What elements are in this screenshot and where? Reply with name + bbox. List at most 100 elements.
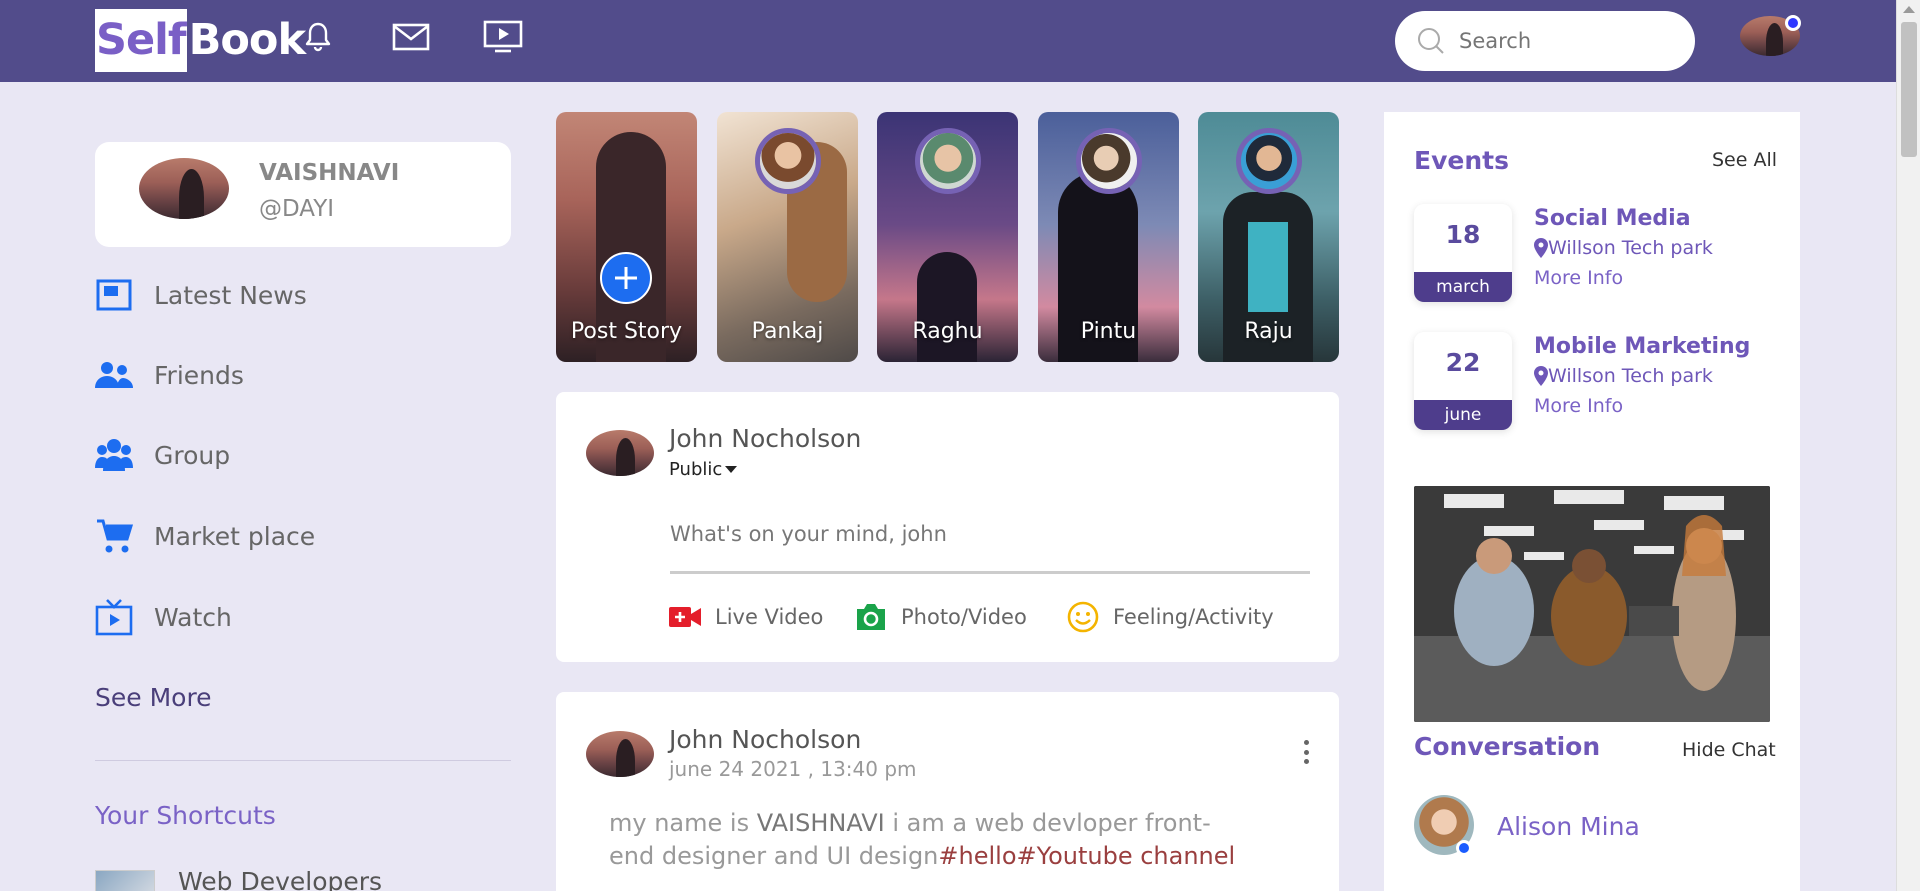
scroll-thumb[interactable] — [1901, 22, 1917, 157]
event-month: march — [1414, 272, 1512, 302]
story-name: Raju — [1244, 319, 1293, 344]
story-name: Pankaj — [751, 319, 824, 344]
search-icon — [1418, 28, 1444, 54]
logo-book: Book — [188, 15, 306, 65]
nav-label: Group — [154, 440, 231, 470]
post-body: my name is VAISHNAVI i am a web devloper… — [609, 807, 1249, 873]
event-title[interactable]: Mobile Marketing — [1534, 334, 1750, 359]
event-date-badge: 18 march — [1414, 204, 1512, 302]
logo[interactable]: Self Book — [95, 9, 306, 72]
search-input[interactable] — [1459, 29, 1669, 53]
nav-label: Market place — [154, 521, 316, 551]
nav-label: Friends — [154, 360, 244, 390]
photo-video-button[interactable]: Photo/Video — [855, 600, 1027, 634]
right-panel: Events See All 18 march Social Media Wil… — [1384, 112, 1800, 891]
story-avatar — [1235, 128, 1302, 194]
feeling-activity-button[interactable]: Feeling/Activity — [1067, 600, 1274, 634]
post-composer-input[interactable] — [670, 516, 1310, 574]
contact-name[interactable]: Alison Mina — [1497, 812, 1640, 841]
shortcut-web-developers[interactable]: Web Developers — [95, 867, 383, 891]
author-name: John Nocholson — [669, 725, 862, 754]
caret-down-icon — [725, 466, 738, 473]
shortcut-thumbnail — [95, 870, 155, 891]
cart-icon — [95, 517, 133, 555]
news-icon — [95, 276, 133, 314]
story-name: Raghu — [912, 319, 983, 344]
story-pankaj[interactable]: Pankaj — [717, 112, 858, 362]
event-location: Willson Tech park — [1534, 237, 1713, 259]
event-day: 18 — [1445, 220, 1481, 249]
event-month: june — [1414, 400, 1512, 430]
post-hashtags[interactable]: #hello#Youtube channel — [938, 842, 1235, 870]
smile-icon — [1067, 601, 1099, 633]
post-text-intro: my name is — [609, 809, 757, 837]
author-avatar — [586, 731, 654, 777]
story-name: Pintu — [1080, 319, 1137, 344]
mail-icon[interactable] — [391, 18, 431, 56]
top-header: Self Book — [0, 0, 1896, 82]
event-location-text: Willson Tech park — [1548, 237, 1713, 259]
story-avatar — [754, 128, 821, 194]
story-pintu[interactable]: Pintu — [1038, 112, 1179, 362]
location-pin-icon — [1534, 366, 1548, 386]
post-timestamp: june 24 2021 , 13:40 pm — [669, 757, 917, 781]
more-options-icon[interactable] — [1302, 740, 1310, 764]
privacy-dropdown[interactable]: Public — [669, 459, 738, 480]
camera-icon — [857, 604, 885, 630]
event-title[interactable]: Social Media — [1534, 206, 1691, 231]
story-raju[interactable]: Raju — [1198, 112, 1339, 362]
post-text-name: VAISHNAVI — [756, 809, 885, 837]
profile-handle: @DAYI — [259, 196, 335, 222]
group-icon — [95, 436, 133, 474]
nav-group[interactable]: Group — [95, 433, 230, 477]
feed-post-card: John Nocholson june 24 2021 , 13:40 pm m… — [556, 692, 1339, 891]
online-indicator — [1456, 840, 1472, 856]
video-screen-icon[interactable] — [483, 18, 523, 56]
action-label: Feeling/Activity — [1113, 605, 1274, 629]
page-scrollbar[interactable] — [1896, 0, 1920, 891]
nav-latest-news[interactable]: Latest News — [95, 273, 307, 317]
search-bar[interactable] — [1395, 11, 1695, 71]
action-label: Live Video — [715, 605, 824, 629]
story-post[interactable]: Post Story — [556, 112, 697, 362]
story-avatar — [914, 128, 981, 194]
see-more-link[interactable]: See More — [95, 683, 212, 712]
live-video-button[interactable]: Live Video — [669, 600, 823, 634]
privacy-label: Public — [669, 459, 723, 480]
shortcuts-heading: Your Shortcuts — [95, 801, 276, 830]
events-heading: Events — [1414, 146, 1509, 175]
author-avatar — [586, 430, 654, 476]
see-all-link[interactable]: See All — [1712, 149, 1777, 171]
scroll-up-arrow[interactable] — [1903, 6, 1915, 13]
shortcut-label: Web Developers — [178, 867, 383, 891]
action-label: Photo/Video — [901, 605, 1027, 629]
nav-market-place[interactable]: Market place — [95, 514, 315, 558]
nav-label: Watch — [154, 602, 232, 632]
event-day: 22 — [1445, 348, 1481, 377]
sidebar-divider — [95, 760, 511, 761]
event-location: Willson Tech park — [1534, 365, 1713, 387]
online-indicator — [1785, 15, 1801, 31]
event-photo — [1414, 486, 1770, 722]
watch-icon — [95, 598, 133, 636]
profile-name: VAISHNAVI — [259, 160, 400, 186]
nav-friends[interactable]: Friends — [95, 353, 244, 397]
conversation-heading: Conversation — [1414, 732, 1601, 761]
logo-self: Self — [95, 9, 187, 72]
story-name: Post Story — [570, 319, 683, 344]
event-location-text: Willson Tech park — [1548, 365, 1713, 387]
nav-watch[interactable]: Watch — [95, 595, 232, 639]
location-pin-icon — [1534, 238, 1548, 258]
create-post-card: John Nocholson Public Live Video Photo/V… — [556, 392, 1339, 662]
hide-chat-button[interactable]: Hide Chat — [1682, 739, 1776, 761]
add-story-icon[interactable] — [600, 252, 652, 304]
friends-icon — [95, 356, 133, 394]
profile-avatar — [139, 158, 229, 219]
live-video-icon — [669, 607, 701, 627]
story-raghu[interactable]: Raghu — [877, 112, 1018, 362]
more-info-link[interactable]: More Info — [1534, 267, 1623, 289]
bell-icon[interactable] — [298, 18, 338, 56]
more-info-link[interactable]: More Info — [1534, 395, 1623, 417]
nav-label: Latest News — [154, 280, 307, 310]
profile-card[interactable]: VAISHNAVI @DAYI — [95, 142, 511, 247]
